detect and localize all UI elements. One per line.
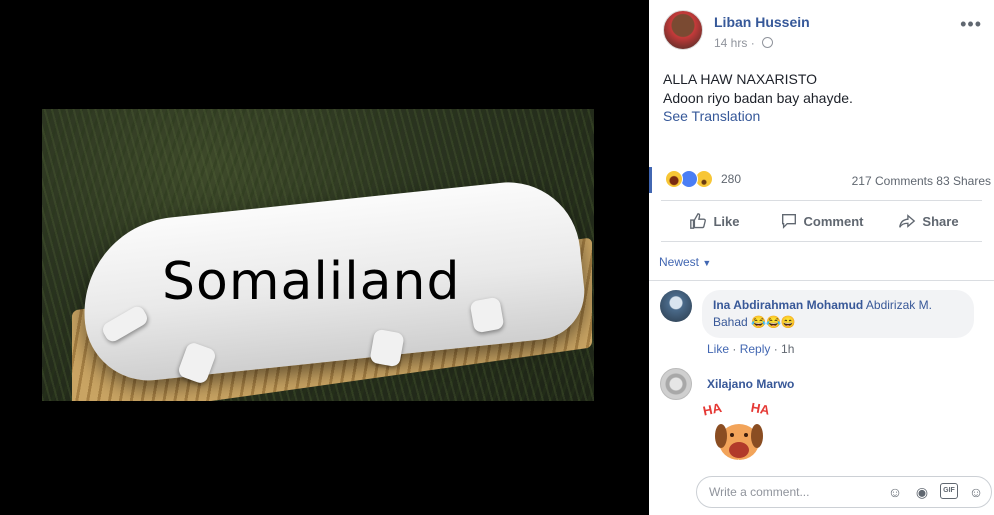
commenter-avatar[interactable] [660,368,692,400]
comment-time[interactable]: 1h [781,342,794,356]
caret-down-icon: ▼ [702,258,712,268]
post-time[interactable]: 14 hrs [714,36,747,50]
see-translation-link[interactable]: See Translation [663,108,760,124]
meta-separator: · [770,342,782,356]
comment-bubble-icon [781,214,796,229]
comment-placeholder: Write a comment... [709,485,810,499]
commenter-avatar[interactable] [660,290,692,322]
comment-meta: Like · Reply · 1h [707,342,794,356]
tagged-user[interactable]: Abdirizak M. [866,298,932,312]
post-text-line: ALLA HAW NAXARISTO [663,71,818,87]
tagged-user-cont[interactable]: Bahad [713,315,748,329]
comment-sort-dropdown[interactable]: Newest ▼ [659,255,711,269]
focus-indicator [649,167,652,193]
comment-emoji: 😂😂😄 [751,315,796,329]
shares-count[interactable]: 83 Shares [936,174,991,188]
sort-label: Newest [659,255,700,269]
comment-like-link[interactable]: Like [707,342,729,356]
reaction-count[interactable]: 280 [721,172,741,186]
commenter-name[interactable]: Xilajano Marwo [707,377,794,391]
post-photo[interactable]: Somaliland [42,109,594,401]
meta-separator: · [729,342,740,356]
haha-reaction-icon[interactable] [665,170,683,188]
photo-overlay-text: Somaliland [162,252,461,312]
post-meta: 14 hrs · [714,36,774,50]
comment-reply-link[interactable]: Reply [740,342,771,356]
comment-composer: Write a comment... ☺ ◉ GIF ☺ [649,465,994,515]
post-text: ALLA HAW NAXARISTO Adoon riyo badan bay … [663,70,853,108]
svg-text:HA: HA [750,400,772,418]
comment-button[interactable]: Comment [768,201,875,241]
globe-icon [762,37,774,48]
more-options-icon[interactable]: ••• [960,14,982,35]
author-name[interactable]: Liban Hussein [714,14,810,30]
post-sidebar: Liban Hussein 14 hrs · ••• ALLA HAW NAXA… [649,0,994,515]
post-text-line: Adoon riyo badan bay ahayde. [663,90,853,106]
emoji-icon[interactable]: ☺ [886,483,904,501]
divider [649,280,994,281]
reaction-stats: 280 217 Comments 83 Shares [649,165,994,195]
like-button[interactable]: Like [661,201,768,241]
camera-icon[interactable]: ◉ [913,483,931,501]
comments-count[interactable]: 217 Comments [852,174,933,188]
share-label: Share [922,213,959,229]
svg-text:HA: HA [702,400,724,419]
comment-input[interactable]: Write a comment... ☺ ◉ GIF ☺ [696,476,992,508]
share-arrow-icon [899,214,916,228]
thumbs-up-icon [690,213,707,229]
commenter-name[interactable]: Ina Abdirahman Mohamud [713,298,863,312]
photo-viewer: Somaliland [0,0,649,515]
like-label: Like [713,213,740,229]
comment-label: Comment [803,213,864,229]
haha-dog-sticker: HA HA HA HA [701,398,781,468]
gif-icon[interactable]: GIF [940,483,958,499]
sticker-icon[interactable]: ☺ [967,483,985,501]
author-avatar[interactable] [663,10,703,50]
post-actions: Like Comment Share [661,200,982,242]
post-header: Liban Hussein 14 hrs · ••• [663,10,994,54]
comment-bubble: Ina Abdirahman Mohamud Abdirizak M. Baha… [702,290,974,338]
share-button[interactable]: Share [875,201,982,241]
